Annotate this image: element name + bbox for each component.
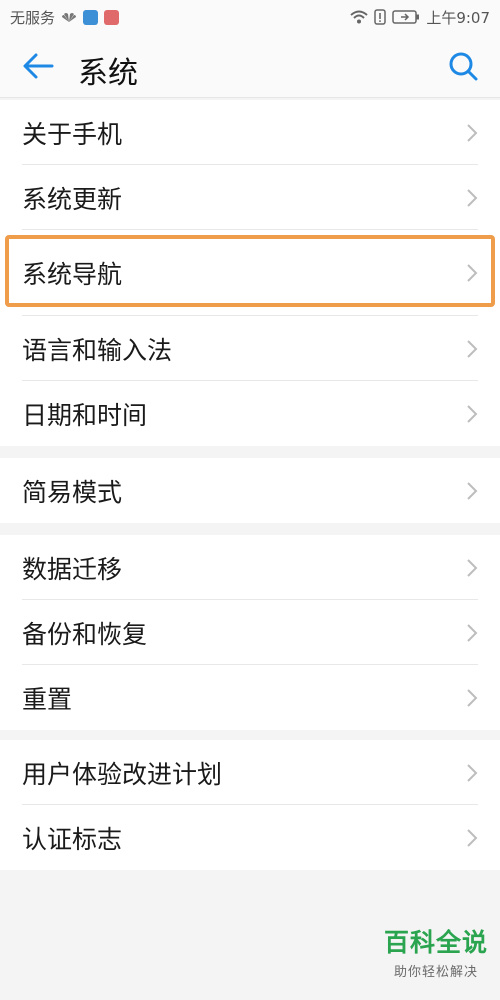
status-left: 无服务 <box>10 7 120 28</box>
chevron-right-icon <box>467 123 478 142</box>
menu-item-label: 用户体验改进计划 <box>22 759 223 789</box>
chevron-right-icon <box>467 623 478 642</box>
menu-item-label: 认证标志 <box>22 824 123 854</box>
chevron-right-icon <box>467 481 478 500</box>
settings-group-2: 简易模式 <box>0 458 500 523</box>
menu-item-label: 备份和恢复 <box>22 619 148 649</box>
menu-item-label: 关于手机 <box>22 119 123 149</box>
watermark-subtitle: 助你轻松解决 <box>393 965 478 980</box>
menu-item-user-experience[interactable]: 用户体验改进计划 <box>0 740 500 805</box>
menu-item-label: 系统更新 <box>22 184 123 214</box>
menu-item-label: 日期和时间 <box>22 400 148 430</box>
menu-item-reset[interactable]: 重置 <box>0 665 500 730</box>
menu-item-label: 简易模式 <box>22 477 123 507</box>
chevron-right-icon <box>467 688 478 707</box>
carrier-text: 无服务 <box>10 8 56 27</box>
watermark: 百科全说 助你轻松解决 <box>384 923 488 980</box>
page-title: 系统 <box>78 56 138 91</box>
alert-icon <box>374 9 387 25</box>
app-badge-blue-icon <box>83 9 99 25</box>
menu-item-label: 重置 <box>22 684 73 714</box>
menu-item-system-update[interactable]: 系统更新 <box>0 165 500 230</box>
menu-item-label: 语言和输入法 <box>22 335 173 365</box>
menu-item-certification[interactable]: 认证标志 <box>0 805 500 870</box>
search-button[interactable] <box>446 49 480 83</box>
menu-item-data-migration[interactable]: 数据迁移 <box>0 535 500 600</box>
menu-item-language-input[interactable]: 语言和输入法 <box>0 316 500 381</box>
chevron-right-icon <box>467 558 478 577</box>
menu-item-about-phone[interactable]: 关于手机 <box>0 100 500 165</box>
settings-group-4: 用户体验改进计划 认证标志 <box>0 740 500 870</box>
app-badge-red-icon <box>104 9 120 25</box>
chevron-right-icon <box>467 264 478 282</box>
back-button[interactable] <box>22 51 56 81</box>
status-right: 上午9:07 <box>350 7 490 28</box>
status-bar: 无服务 上午9:07 <box>0 0 500 34</box>
chevron-right-icon <box>467 828 478 847</box>
clock-text: 上午9:07 <box>426 8 490 27</box>
app-bar: 系统 <box>0 34 500 98</box>
chevron-right-icon <box>467 339 478 358</box>
chevron-right-icon <box>467 763 478 782</box>
search-icon <box>449 52 478 81</box>
menu-item-system-navigation[interactable]: 系统导航 <box>0 230 500 316</box>
menu-item-label: 系统导航 <box>22 260 123 289</box>
huawei-logo-icon <box>61 11 77 23</box>
watermark-title: 百科全说 <box>383 928 488 957</box>
settings-group-3: 数据迁移 备份和恢复 重置 <box>0 535 500 730</box>
chevron-right-icon <box>467 404 478 423</box>
arrow-left-icon <box>23 53 54 79</box>
chevron-right-icon <box>467 188 478 207</box>
menu-item-backup-restore[interactable]: 备份和恢复 <box>0 600 500 665</box>
battery-icon <box>392 10 420 24</box>
menu-item-date-time[interactable]: 日期和时间 <box>0 381 500 446</box>
menu-item-simple-mode[interactable]: 简易模式 <box>0 458 500 523</box>
menu-item-label: 数据迁移 <box>22 554 123 584</box>
settings-group-1: 关于手机 系统更新 系统导航 语言和输入法 日期和时间 <box>0 100 500 446</box>
wifi-icon <box>350 10 368 24</box>
